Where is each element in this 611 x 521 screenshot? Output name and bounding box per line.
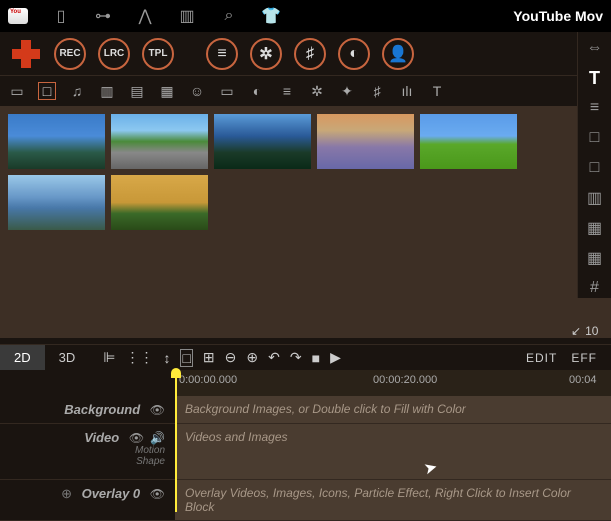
playhead[interactable] xyxy=(175,370,177,512)
box2-icon[interactable]: □ xyxy=(585,158,605,178)
zoom-arrow-icon[interactable]: ↙ xyxy=(571,324,581,338)
grid1-icon[interactable]: ▦ xyxy=(585,218,605,238)
peak-icon[interactable]: ⋀ xyxy=(136,7,154,25)
media-thumb[interactable] xyxy=(317,114,414,169)
zoom-value: 10 xyxy=(585,324,598,338)
list-button[interactable]: ≡ xyxy=(206,38,238,70)
eye-icon[interactable]: 👁 xyxy=(150,403,165,417)
media-panel xyxy=(0,106,611,338)
tl-box-icon[interactable]: □ xyxy=(180,349,192,367)
tool-4[interactable]: ▥ xyxy=(98,82,116,100)
tool-smile-icon[interactable]: ☺ xyxy=(188,82,206,100)
media-thumb[interactable] xyxy=(420,114,517,169)
timeline-ruler[interactable]: 0:00:00.000 00:00:20.000 00:04 xyxy=(0,370,611,396)
box1-icon[interactable]: □ xyxy=(585,128,605,148)
track-video-body[interactable]: Videos and Images xyxy=(175,424,611,479)
lrc-button[interactable]: LRC xyxy=(98,38,130,70)
tl-play-icon[interactable]: ▶ xyxy=(330,349,341,366)
lines-icon[interactable]: ≡ xyxy=(585,98,605,118)
columns-icon[interactable]: ▥ xyxy=(178,7,196,25)
media-thumb[interactable] xyxy=(111,175,208,230)
tl-stop-icon[interactable]: ■ xyxy=(312,350,320,366)
tool-music-icon[interactable]: ♫ xyxy=(68,82,86,100)
tune-button[interactable]: ♯ xyxy=(294,38,326,70)
bookmark-icon[interactable]: ▯ xyxy=(52,7,70,25)
tl-split-icon[interactable]: ⊞ xyxy=(203,349,215,366)
tool-eq-icon[interactable]: ılı xyxy=(398,82,416,100)
tool-6[interactable]: ▦ xyxy=(158,82,176,100)
app-logo xyxy=(8,8,28,24)
tab-2d[interactable]: 2D xyxy=(0,345,45,371)
tl-undo-icon[interactable]: ↶ xyxy=(268,349,280,366)
tool-8[interactable]: ▭ xyxy=(218,82,236,100)
ruler-time: 00:00:20.000 xyxy=(373,374,437,386)
hash-icon[interactable]: # xyxy=(585,278,605,298)
track-bg-body[interactable]: Background Images, or Double click to Fi… xyxy=(175,396,611,423)
shirt-icon[interactable]: 👕 xyxy=(262,7,280,25)
tool-contrast-icon[interactable]: ◐ xyxy=(248,82,266,100)
tl-zoomin-icon[interactable]: ⊕ xyxy=(246,349,258,366)
tool-text-icon[interactable]: T xyxy=(428,82,446,100)
media-thumb[interactable] xyxy=(8,175,105,230)
tool-flower-icon[interactable]: ✲ xyxy=(308,82,326,100)
sliders-icon[interactable]: ⊶ xyxy=(94,7,112,25)
track-overlay-body[interactable]: Overlay Videos, Images, Icons, Particle … xyxy=(175,480,611,520)
track-overlay-label: Overlay 0 xyxy=(82,486,141,501)
text-big-icon[interactable]: T xyxy=(585,68,605,88)
grid2-icon[interactable]: ▦ xyxy=(585,248,605,268)
track-bg-label: Background xyxy=(64,402,140,417)
rec-button[interactable]: REC xyxy=(54,38,86,70)
add-track-icon[interactable]: ⊕ xyxy=(61,486,72,501)
arrows-h-icon[interactable]: ⇔ xyxy=(585,38,605,58)
tpl-button[interactable]: TPL xyxy=(142,38,174,70)
media-thumb[interactable] xyxy=(214,114,311,169)
flower-button[interactable]: ✲ xyxy=(250,38,282,70)
tl-grid-icon[interactable]: ⋮⋮ xyxy=(125,349,153,366)
tool-2[interactable]: □ xyxy=(38,82,56,100)
cols-icon[interactable]: ▥ xyxy=(585,188,605,208)
tool-sparkle-icon[interactable]: ✦ xyxy=(338,82,356,100)
tool-10[interactable]: ≡ xyxy=(278,82,296,100)
contrast-button[interactable]: ◐ xyxy=(338,38,370,70)
speaker-icon[interactable]: 🔊 xyxy=(150,431,165,445)
track-video-sub1: Motion xyxy=(10,445,165,456)
tl-zoomout-icon[interactable]: ⊖ xyxy=(225,349,237,366)
eye-icon[interactable]: 👁 xyxy=(129,431,144,445)
tl-redo-icon[interactable]: ↷ xyxy=(290,349,302,366)
tool-sharp-icon[interactable]: ♯ xyxy=(368,82,386,100)
track-video-label: Video xyxy=(84,430,119,445)
tl-align-icon[interactable]: ⊫ xyxy=(103,349,115,366)
search-icon[interactable]: ⌕ xyxy=(220,7,238,25)
media-thumb[interactable] xyxy=(8,114,105,169)
tool-5[interactable]: ▤ xyxy=(128,82,146,100)
add-button[interactable] xyxy=(10,38,42,70)
eye-icon[interactable]: 👁 xyxy=(150,487,165,501)
tool-1[interactable]: ▭ xyxy=(8,82,26,100)
user-button[interactable]: 👤 xyxy=(382,38,414,70)
eff-button[interactable]: EFF xyxy=(571,351,611,365)
tl-updown-icon[interactable]: ↕ xyxy=(163,350,170,366)
ruler-time: 00:04 xyxy=(569,374,597,386)
ruler-time: 0:00:00.000 xyxy=(179,374,237,386)
edit-button[interactable]: EDIT xyxy=(512,351,571,365)
app-title: YouTube Mov xyxy=(513,8,603,24)
media-thumb[interactable] xyxy=(111,114,208,169)
tab-3d[interactable]: 3D xyxy=(45,345,90,371)
track-video-sub2: Shape xyxy=(10,456,165,467)
